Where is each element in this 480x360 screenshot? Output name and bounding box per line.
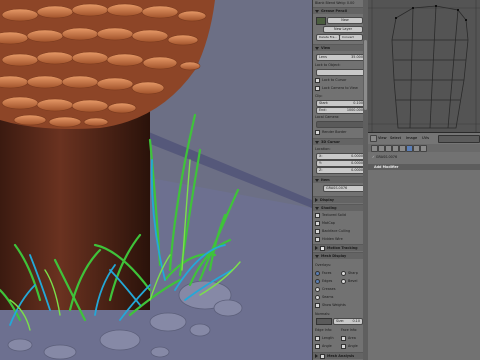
faces-toggle[interactable]: Faces	[315, 270, 337, 276]
textured-solid[interactable]: Textured Solid	[315, 212, 363, 218]
face-info-label: Face Info:	[341, 328, 358, 332]
edge-angle-toggle[interactable]: Angle	[315, 343, 337, 349]
mesh-analysis-header[interactable]: Mesh Analysis	[313, 352, 364, 359]
texture-tab-icon[interactable]	[420, 145, 427, 152]
properties-tab-bar	[368, 144, 480, 152]
mesh-display-header[interactable]: Mesh Display	[313, 252, 364, 259]
motion-tracking-header[interactable]: Motion Tracking	[313, 244, 364, 251]
scene-tab-icon[interactable]	[385, 145, 392, 152]
properties-editor: ✓ GRASS.0076 Add Modifier	[368, 144, 480, 360]
cursor-y-field[interactable]: Y: 0.0000	[316, 160, 366, 167]
image-menu[interactable]: Image	[406, 136, 417, 140]
lock-camera-to-view[interactable]: Lock Camera to View	[315, 85, 363, 91]
grease-pencil-header[interactable]: Grease Pencil	[313, 7, 364, 14]
n-panel-scroll-thumb[interactable]	[364, 40, 367, 110]
location-label: Location:	[315, 147, 331, 151]
modifier-tab-icon[interactable]	[406, 145, 413, 152]
edge-info-label: Edge Info:	[315, 328, 333, 332]
image-browse-field[interactable]	[438, 135, 480, 143]
lock-object-field[interactable]	[316, 69, 366, 76]
seams-toggle[interactable]: Seams	[315, 294, 363, 300]
display-header[interactable]: Display	[313, 196, 364, 203]
world-tab-icon[interactable]	[392, 145, 399, 152]
cursor-x-field[interactable]: X: 0.0000	[316, 153, 366, 160]
uv-grid	[368, 0, 480, 132]
uvs-menu[interactable]: UVs	[422, 136, 429, 140]
pencil-icon[interactable]	[316, 17, 326, 25]
overlays-label: Overlays:	[315, 263, 332, 267]
pin-icon[interactable]: ✓	[372, 155, 375, 159]
render-tab-icon[interactable]	[371, 145, 378, 152]
material-tab-icon[interactable]	[413, 145, 420, 152]
editor-type-icon[interactable]	[370, 135, 377, 142]
lock-to-object-label: Lock to Object:	[315, 63, 341, 67]
trunk-shape	[0, 100, 150, 310]
view-header[interactable]: View	[313, 44, 364, 51]
sharp-toggle[interactable]: Sharp	[341, 270, 363, 276]
clip-end-field[interactable]: End: 1000.000	[316, 107, 366, 114]
layers-tab-icon[interactable]	[378, 145, 385, 152]
object-name-label: GRASS.0076	[375, 155, 398, 159]
hidden-wire[interactable]: Hidden Wire	[315, 236, 363, 242]
object-breadcrumb: ✓ GRASS.0076	[372, 154, 397, 160]
object-tab-icon[interactable]	[399, 145, 406, 152]
normals-buttons[interactable]	[316, 318, 332, 325]
area-toggle[interactable]: Area	[341, 335, 363, 341]
normals-label: Normals:	[315, 312, 331, 316]
view-menu[interactable]: View	[378, 136, 387, 140]
local-camera-label: Local Camera:	[315, 115, 340, 119]
render-border[interactable]: Render Border	[315, 129, 363, 135]
item-header[interactable]: Item	[313, 176, 364, 183]
clip-start-field[interactable]: Start: 0.100	[316, 100, 366, 107]
local-camera-field[interactable]	[316, 121, 366, 128]
delete-frame-button[interactable]: Delete Fra...	[316, 34, 340, 41]
bevel-toggle[interactable]: Bevel	[341, 278, 363, 284]
show-weights[interactable]: Show Weights	[315, 302, 363, 308]
n-panel: Blank Blend Weig: 0.00 Grease Pencil New…	[312, 0, 369, 360]
backface-culling[interactable]: Backface Culling	[315, 228, 363, 234]
lens-field[interactable]: Lens 35.000	[316, 54, 366, 61]
top-label: Blank Blend Weig: 0.00	[315, 1, 355, 5]
clip-label: Clip:	[315, 94, 323, 98]
cursor-z-field[interactable]: Z: 0.0000	[316, 167, 366, 174]
uv-editor[interactable]	[368, 0, 480, 132]
normals-size-field[interactable]: Size: 0.10	[333, 318, 363, 325]
convert-button[interactable]: Convert	[339, 34, 363, 41]
new-button[interactable]: New	[327, 17, 363, 24]
length-toggle[interactable]: Length	[315, 335, 337, 341]
lock-to-cursor[interactable]: Lock to Cursor	[315, 77, 363, 83]
matcap[interactable]: MatCap	[315, 220, 363, 226]
3d-viewport[interactable]	[0, 0, 312, 360]
right-area: View Select Image UVs ✓ GRASS.0076 Add M…	[368, 0, 480, 360]
select-menu[interactable]: Select	[390, 136, 401, 140]
item-name-field[interactable]: GRASS.0076	[323, 185, 365, 192]
new-layer-button[interactable]: New Layer	[323, 26, 363, 33]
edges-toggle[interactable]: Edges	[315, 278, 337, 284]
add-modifier-button[interactable]: Add Modifier	[368, 164, 480, 170]
shading-header[interactable]: Shading	[313, 204, 364, 211]
viewport-scene	[0, 0, 312, 360]
face-angle-toggle[interactable]: Angle	[341, 343, 363, 349]
3d-cursor-header[interactable]: 3D Cursor	[313, 138, 364, 145]
creases-toggle[interactable]: Creases	[315, 286, 363, 292]
